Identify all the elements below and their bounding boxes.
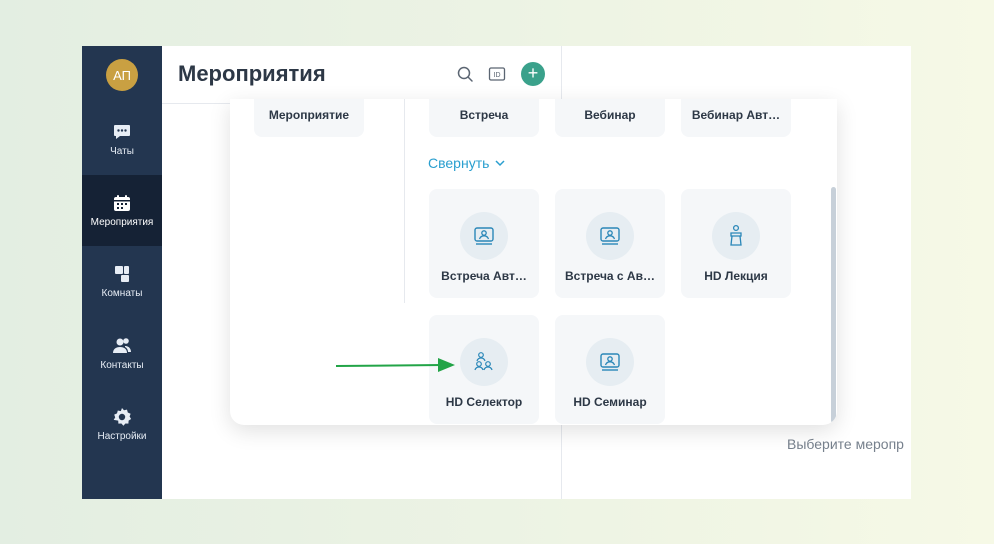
event-type-tile[interactable]: Встреча с Ав…	[555, 189, 665, 298]
event-type-tile[interactable]: HD Семинар	[555, 315, 665, 424]
chat-icon	[114, 124, 130, 139]
select-event-hint: Выберите меропр	[787, 436, 904, 452]
tile-icon-circle	[586, 212, 634, 260]
event-type-tile[interactable]: Вебинар Авт…	[681, 99, 791, 137]
search-icon[interactable]	[456, 65, 474, 83]
avatar[interactable]: АП	[106, 59, 138, 91]
arrow-annotation-icon	[335, 358, 455, 372]
event-type-tile[interactable]: Встреча	[429, 99, 539, 137]
sidebar-item-rooms[interactable]: Комнаты	[82, 246, 162, 317]
sidebar-item-label: Контакты	[100, 359, 144, 371]
presentation-icon	[474, 227, 494, 245]
collapse-link[interactable]: Свернуть	[428, 155, 506, 171]
tile-icon-circle	[460, 212, 508, 260]
tile-icon-circle	[712, 212, 760, 260]
scrollbar-thumb[interactable]	[831, 187, 836, 423]
page-title: Мероприятия	[178, 61, 326, 86]
tile-icon-circle	[460, 338, 508, 386]
create-event-popup: Мероприятие Встреча Вебинар Вебинар Авт……	[230, 99, 837, 425]
svg-text:ID: ID	[494, 72, 501, 79]
event-type-tile[interactable]: Мероприятие	[254, 99, 364, 137]
contacts-icon	[113, 337, 131, 353]
event-type-tile[interactable]: Встреча Авт…	[429, 189, 539, 298]
chevron-down-icon	[495, 160, 505, 167]
sidebar-item-label: Чаты	[110, 145, 134, 157]
tile-label: Встреча с Ав…	[565, 269, 655, 283]
tile-label: Вебинар	[584, 108, 636, 122]
presentation-icon	[600, 227, 620, 245]
sidebar: АП Чаты Мероприятия Комнаты Контакты Нас…	[82, 46, 162, 499]
popup-divider	[404, 99, 405, 303]
tile-label: HD Селектор	[445, 395, 523, 409]
tile-label: Мероприятие	[268, 108, 350, 122]
lecture-icon	[730, 224, 742, 246]
gear-icon	[113, 407, 132, 426]
calendar-icon	[114, 194, 130, 211]
tile-label: Встреча Авт…	[441, 269, 527, 283]
event-type-tile[interactable]: HD Лекция	[681, 189, 791, 298]
rooms-icon	[115, 265, 129, 282]
sidebar-item-label: Комнаты	[101, 287, 143, 299]
sidebar-item-chats[interactable]: Чаты	[82, 104, 162, 175]
tile-label: HD Лекция	[704, 269, 768, 283]
tile-icon-circle	[586, 338, 634, 386]
presentation-icon	[600, 353, 620, 371]
event-type-tile[interactable]: Вебинар	[555, 99, 665, 137]
sidebar-item-contacts[interactable]: Контакты	[82, 318, 162, 389]
id-icon[interactable]: ID	[488, 65, 506, 83]
sidebar-item-label: Мероприятия	[90, 216, 154, 228]
sidebar-item-label: Настройки	[97, 430, 147, 442]
sidebar-item-events[interactable]: Мероприятия	[82, 175, 162, 246]
tile-label: Вебинар Авт…	[691, 108, 781, 122]
collapse-label: Свернуть	[428, 155, 490, 171]
tile-label: HD Семинар	[573, 395, 647, 409]
add-event-button[interactable]: +	[521, 62, 545, 86]
group-icon	[474, 352, 493, 371]
tile-label: Встреча	[459, 108, 509, 122]
sidebar-item-settings[interactable]: Настройки	[82, 389, 162, 460]
list-header: Мероприятия ID +	[162, 46, 561, 104]
